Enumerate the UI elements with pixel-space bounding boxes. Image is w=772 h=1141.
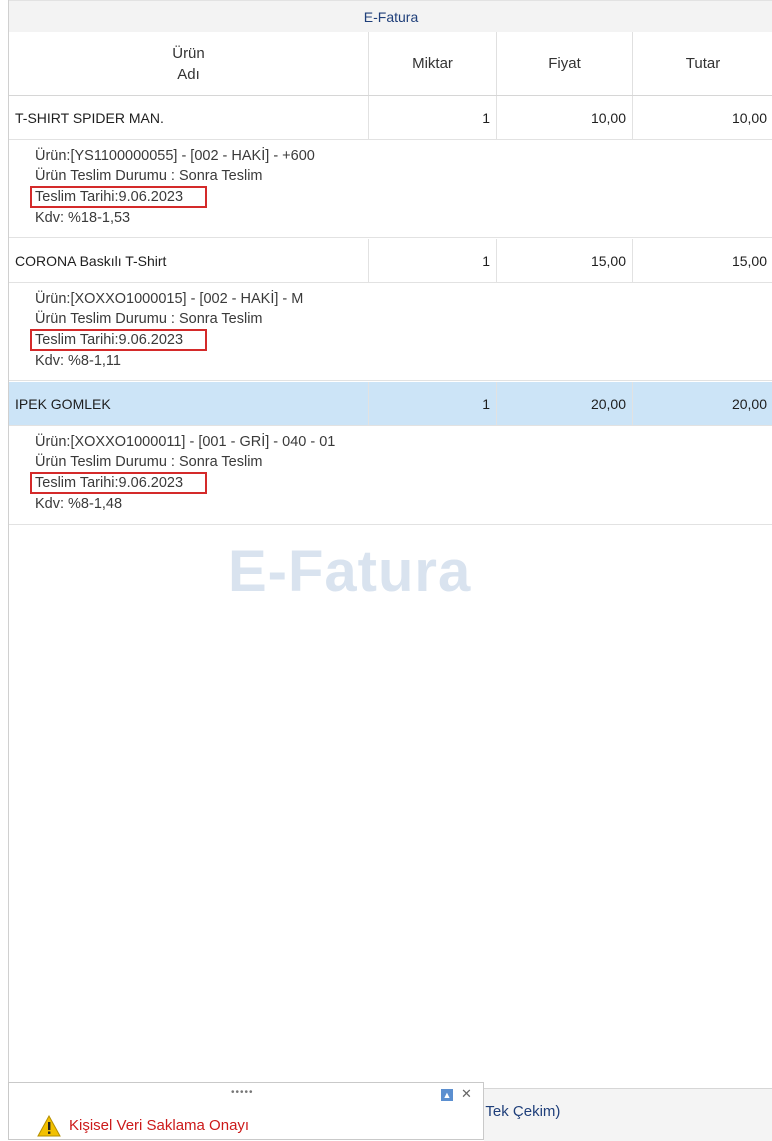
warning-icon [37,1115,61,1137]
table-row[interactable]: CORONA Baskılı T-Shirt 1 15,00 15,00 [9,239,772,283]
item-delivery-date: Teslim Tarihi:9.06.2023 [30,472,208,494]
notification-popup[interactable]: ••••• ▲ ✕ Kişisel Veri Saklama Onayı [8,1082,484,1140]
item-detail: Ürün:[YS1100000055] - [002 - HAKİ] - +60… [9,140,772,238]
item-delivery-status: Ürün Teslim Durumu : Sonra Teslim [35,168,263,184]
item-price: 15,00 [497,239,633,282]
item-vat: Kdv: %18-1,53 [35,210,131,226]
item-total: 15,00 [731,252,767,269]
column-header-price[interactable]: Fiyat [497,32,633,95]
item-price: 20,00 [497,382,633,425]
item-total: 10,00 [731,109,767,126]
item-name: IPEK GOMLEK [9,382,369,425]
item-total: 20,00 [731,395,767,412]
table-row-selected[interactable]: IPEK GOMLEK 1 20,00 20,00 [9,382,772,426]
item-delivery-date: Teslim Tarihi:9.06.2023 [30,329,208,351]
bottom-action-button[interactable]: lı Tek Çekim) [474,1088,772,1141]
item-qty: 1 [369,382,497,425]
resize-grip[interactable]: ••••• [231,1087,254,1098]
pin-icon[interactable]: ▲ [441,1089,453,1101]
panel-title: E-Fatura [9,0,772,34]
column-header-total[interactable]: Tutar [633,32,772,95]
table-row[interactable]: T-SHIRT SPIDER MAN. 1 10,00 10,00 [9,96,772,140]
item-product-code: Ürün:[XOXXO1000015] - [002 - HAKİ] - M [35,291,304,307]
item-vat: Kdv: %8-1,11 [35,353,121,369]
watermark: E-Fatura [228,539,472,604]
column-header-qty[interactable]: Miktar [369,32,497,95]
item-detail: Ürün:[XOXXO1000015] - [002 - HAKİ] - M Ü… [9,283,772,381]
item-delivery-date: Teslim Tarihi:9.06.2023 [30,186,208,208]
item-detail: Ürün:[XOXXO1000011] - [001 - GRİ] - 040 … [9,426,772,525]
column-header-name-label: Ürün Adı [172,44,205,83]
item-qty: 1 [369,96,497,139]
item-qty: 1 [369,239,497,282]
bottom-action-label: lı Tek Çekim) [474,1103,561,1120]
item-name: T-SHIRT SPIDER MAN. [9,96,369,139]
item-name: CORONA Baskılı T-Shirt [9,239,369,282]
close-icon[interactable]: ✕ [461,1086,472,1102]
table-header: Ürün Adı Miktar Fiyat Tutar [9,32,772,96]
item-product-code: Ürün:[XOXXO1000011] - [001 - GRİ] - 040 … [35,434,336,450]
notification-text[interactable]: Kişisel Veri Saklama Onayı [69,1117,249,1134]
item-delivery-status: Ürün Teslim Durumu : Sonra Teslim [35,454,263,470]
item-product-code: Ürün:[YS1100000055] - [002 - HAKİ] - +60… [35,148,315,164]
item-price: 10,00 [497,96,633,139]
item-vat: Kdv: %8-1,48 [35,496,123,512]
column-header-name[interactable]: Ürün Adı [9,32,369,95]
item-delivery-status: Ürün Teslim Durumu : Sonra Teslim [35,311,263,327]
